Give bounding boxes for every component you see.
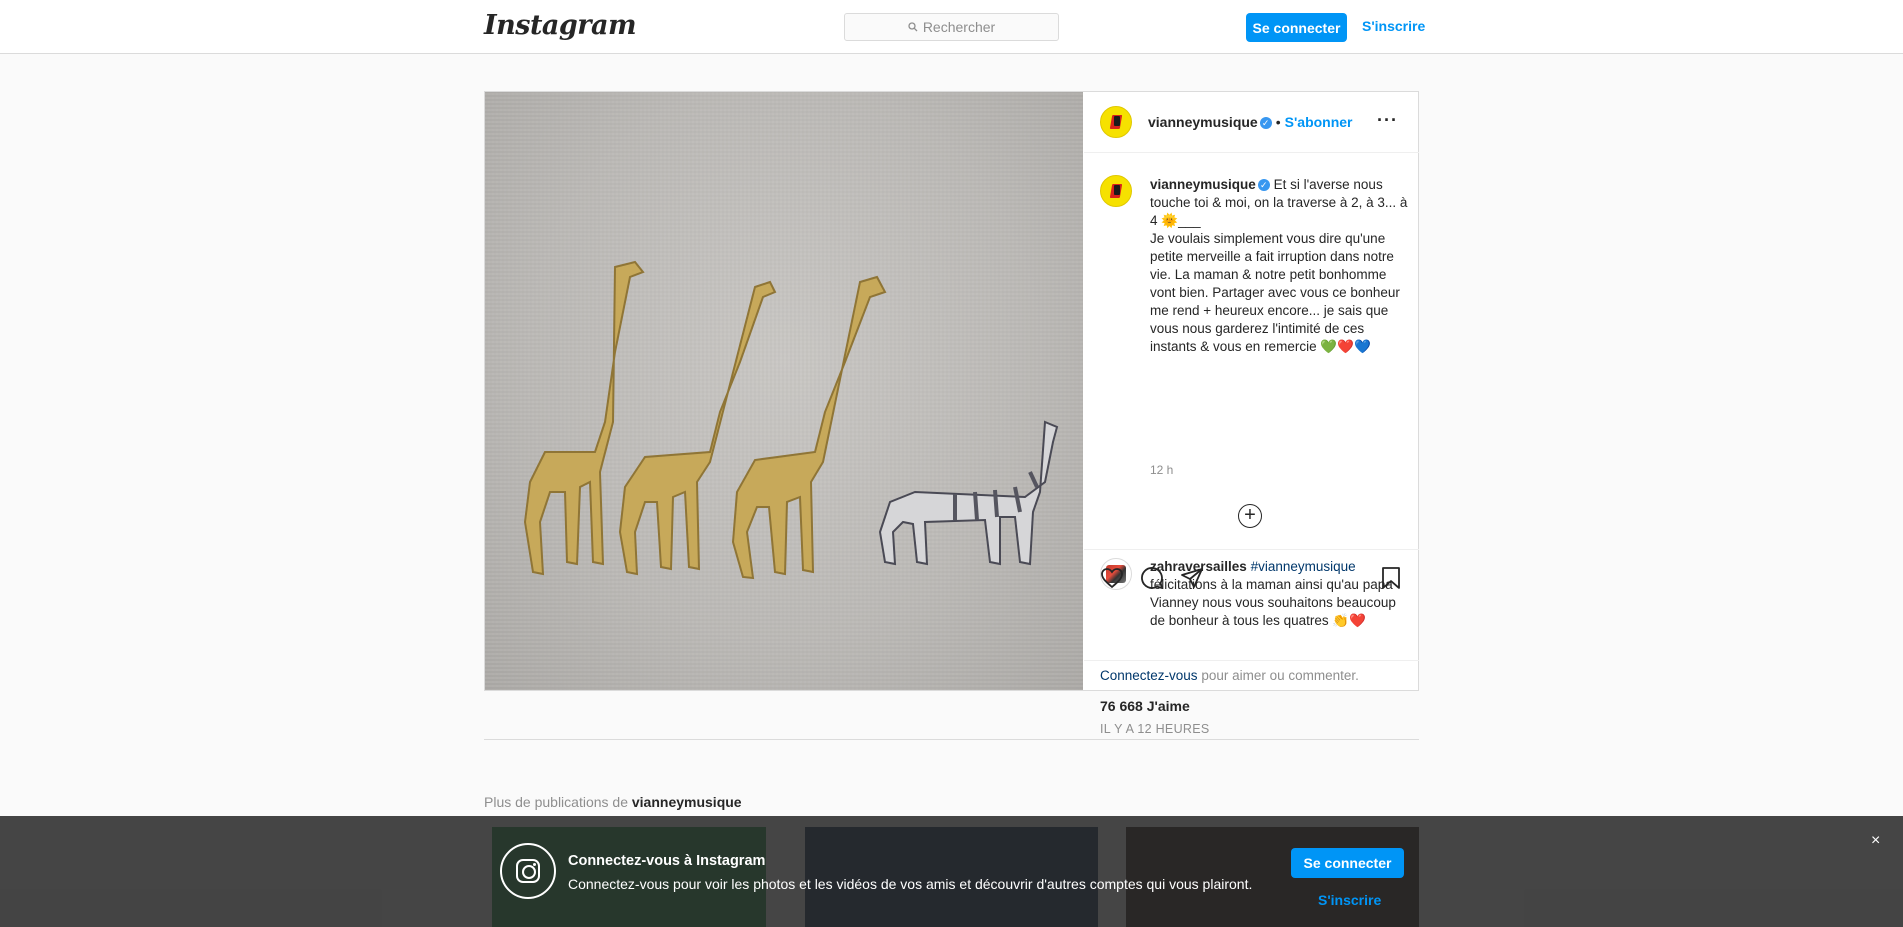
embroidery-giraffes-zebra-image (485, 92, 1083, 690)
caption-body: Je voulais simplement vous dire qu'une p… (1150, 231, 1400, 354)
author-username[interactable]: vianneymusique (1148, 114, 1258, 130)
separator-dot: • (1275, 114, 1281, 130)
post-timestamp: IL Y A 12 HEURES (1100, 722, 1210, 736)
banner-text: Connectez-vous pour voir les photos et l… (568, 876, 1253, 892)
banner-login-button[interactable]: Se connecter (1291, 848, 1404, 878)
follow-button[interactable]: S'abonner (1285, 114, 1353, 130)
post-caption: vianneymusique ✓ Et si l'averse nous touc… (1150, 176, 1408, 356)
post-photo[interactable] (485, 92, 1083, 690)
search-placeholder: Rechercher (922, 19, 996, 35)
header-login-button[interactable]: Se connecter (1246, 13, 1347, 42)
section-divider (484, 739, 1419, 740)
likes-count[interactable]: 76 668 J'aime (1100, 698, 1190, 714)
instagram-logo[interactable]: Instagram (484, 10, 637, 41)
post-sidebar: vianneymusique ✓ • S'abonner ··· vianneymus… (1084, 92, 1419, 736)
post-card: vianneymusique ✓ • S'abonner ··· vianneymus… (484, 91, 1419, 736)
like-heart-icon[interactable] (1100, 566, 1124, 590)
more-posts-username[interactable]: vianneymusique (632, 794, 742, 810)
comment-bubble-icon[interactable] (1140, 566, 1164, 590)
banner-signup-link[interactable]: S'inscrire (1318, 892, 1381, 908)
caption-time: 12 h (1150, 463, 1174, 477)
post-header: vianneymusique ✓ • S'abonner ··· (1084, 92, 1419, 153)
caption-username[interactable]: vianneymusique (1150, 177, 1256, 192)
verified-badge-icon: ✓ (1259, 117, 1272, 130)
author-avatar[interactable] (1100, 106, 1132, 138)
verified-badge-icon: ✓ (1257, 179, 1270, 192)
login-to-comment: Connectez-vous pour aimer ou commenter. (1084, 660, 1419, 690)
login-link[interactable]: Connectez-vous (1100, 668, 1198, 683)
login-prompt-text: pour aimer ou commenter. (1197, 668, 1359, 683)
load-more-comments-icon[interactable]: + (1238, 504, 1262, 528)
save-bookmark-icon[interactable] (1379, 566, 1403, 590)
top-navbar: Instagram Rechercher Se connecter S'insc… (0, 0, 1903, 54)
more-options-icon[interactable]: ··· (1377, 110, 1398, 131)
share-send-icon[interactable] (1180, 566, 1204, 590)
more-posts-heading: Plus de publications de vianneymusique (484, 794, 742, 810)
header-signup-link[interactable]: S'inscrire (1362, 18, 1425, 34)
more-posts-prefix: Plus de publications de (484, 794, 632, 810)
login-banner: Connectez-vous à Instagram Connectez-vou… (0, 816, 1903, 927)
instagram-camera-icon (500, 843, 556, 899)
search-input[interactable]: Rechercher (844, 13, 1059, 41)
search-icon (908, 22, 918, 32)
author-line: vianneymusique ✓ • S'abonner (1148, 114, 1353, 130)
close-icon[interactable]: × (1871, 832, 1880, 850)
banner-title: Connectez-vous à Instagram (568, 853, 766, 869)
caption-avatar[interactable] (1100, 175, 1132, 207)
